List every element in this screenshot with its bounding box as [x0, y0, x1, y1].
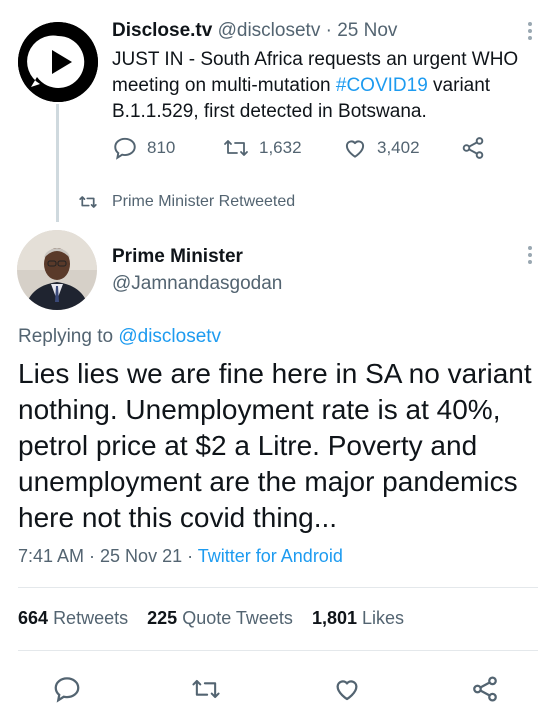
retweet-button[interactable]	[190, 674, 222, 709]
covid-hashtag-link[interactable]: #COVID19	[336, 75, 428, 96]
parent-retweet-count: 1,632	[259, 138, 302, 157]
parent-more-icon[interactable]	[528, 22, 532, 40]
main-author-name[interactable]: Prime Minister	[112, 246, 243, 268]
reply-icon	[114, 137, 136, 160]
main-action-bar	[0, 668, 556, 708]
like-icon	[336, 680, 358, 701]
retweets-count: 664	[18, 608, 49, 628]
thread-line	[56, 104, 59, 222]
parent-time[interactable]: · 25 Nov	[326, 20, 398, 41]
parent-like-button[interactable]: 3,402	[342, 135, 460, 161]
parent-reply-button[interactable]: 810	[112, 135, 222, 161]
share-icon	[473, 676, 497, 702]
reply-icon	[54, 677, 80, 703]
likes-stat[interactable]: 1,801 Likes	[312, 608, 404, 628]
replying-to-label: Replying to	[18, 326, 114, 347]
divider	[18, 650, 538, 651]
retweeted-by-label[interactable]: Prime Minister Retweeted	[112, 193, 295, 211]
likes-label: Likes	[362, 608, 405, 628]
main-tweet-text: Lies lies we are fine here in SA no vari…	[18, 358, 532, 533]
like-icon	[345, 140, 365, 158]
tweet-source-link[interactable]: Twitter for Android	[198, 546, 343, 566]
share-icon	[462, 137, 484, 159]
prime-minister-avatar[interactable]	[17, 230, 97, 310]
main-more-icon[interactable]	[528, 246, 532, 264]
tweet-meta: 7:41 AM · 25 Nov 21 · Twitter for Androi…	[18, 546, 343, 567]
tweet-timestamp[interactable]: 7:41 AM · 25 Nov 21 ·	[18, 546, 198, 566]
replying-to-line: Replying to @disclosetv	[18, 326, 221, 348]
retweets-stat[interactable]: 664 Retweets	[18, 608, 128, 628]
retweets-label: Retweets	[53, 608, 129, 628]
retweet-icon	[224, 140, 248, 156]
like-button[interactable]	[332, 674, 362, 709]
retweet-small-icon	[79, 196, 97, 208]
parent-reply-count: 810	[147, 138, 176, 157]
disclosetv-avatar[interactable]	[18, 22, 98, 102]
divider	[18, 587, 538, 588]
reply-button[interactable]	[52, 674, 82, 709]
quote-count: 225	[147, 608, 178, 628]
replying-to-handle[interactable]: @disclosetv	[118, 326, 221, 347]
parent-share-button[interactable]	[460, 135, 486, 161]
quote-tweets-stat[interactable]: 225 Quote Tweets	[147, 608, 293, 628]
retweeted-by-note: Prime Minister Retweeted	[78, 193, 295, 211]
parent-author-handle[interactable]: @disclosetv	[218, 20, 321, 41]
parent-tweet-text: JUST IN - South Africa requests an urgen…	[112, 47, 527, 125]
share-button[interactable]	[470, 674, 500, 709]
main-author-handle[interactable]: @Jamnandasgodan	[112, 273, 282, 295]
parent-action-bar: 810 1,632 3,402	[112, 133, 486, 163]
play-logo-icon	[18, 22, 98, 102]
quote-label: Quote Tweets	[182, 608, 293, 628]
engagement-stats: 664 Retweets 225 Quote Tweets 1,801 Like…	[18, 608, 404, 629]
parent-like-count: 3,402	[377, 138, 420, 157]
avatar-photo	[17, 230, 97, 310]
parent-retweet-button[interactable]: 1,632	[222, 135, 342, 161]
retweet-icon	[192, 679, 220, 699]
parent-tweet-header: Disclose.tv @disclosetv · 25 Nov	[112, 20, 397, 42]
likes-count: 1,801	[311, 608, 357, 628]
parent-author-name[interactable]: Disclose.tv	[112, 20, 212, 41]
